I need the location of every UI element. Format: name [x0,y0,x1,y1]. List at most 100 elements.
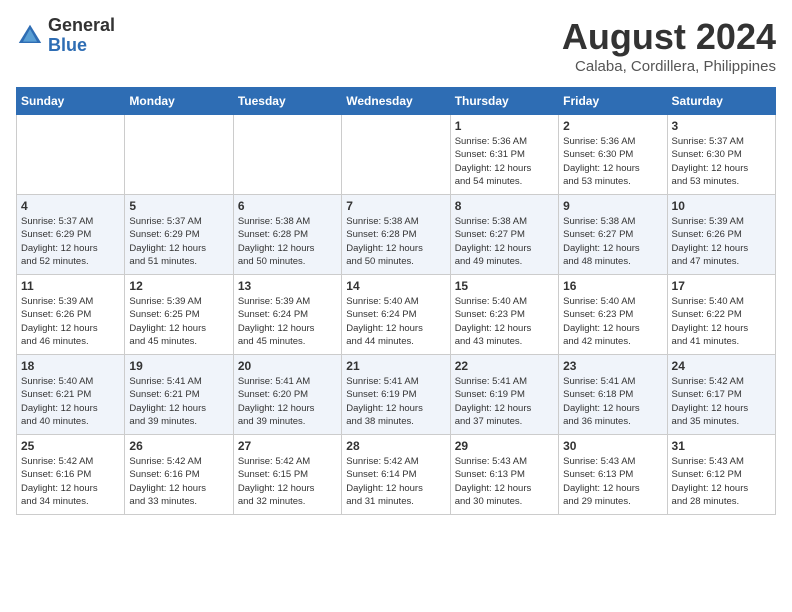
calendar-cell: 26Sunrise: 5:42 AM Sunset: 6:16 PM Dayli… [125,435,233,515]
day-number: 20 [238,359,337,373]
day-info: Sunrise: 5:43 AM Sunset: 6:12 PM Dayligh… [672,455,771,508]
day-info: Sunrise: 5:41 AM Sunset: 6:19 PM Dayligh… [455,375,554,428]
calendar-cell: 29 Sunrise: 5:43 AM Sunset: 6:13 PM Dayli… [450,435,558,515]
day-info: Sunrise: 5:37 AM Sunset: 6:29 PM Dayligh… [21,215,120,268]
day-info: Sunrise: 5:40 AM Sunset: 6:24 PM Dayligh… [346,295,445,348]
calendar-header-saturday: Saturday [667,88,775,115]
day-number: 8 [455,199,554,213]
day-info: Sunrise: 5:37 AM Sunset: 6:29 PM Dayligh… [129,215,228,268]
day-number: 2 [563,119,662,133]
day-info: Sunrise: 5:38 AM Sunset: 6:28 PM Dayligh… [238,215,337,268]
calendar-cell: 28 Sunrise: 5:42 AM Sunset: 6:14 PM Dayli… [342,435,450,515]
calendar-cell: 4 Sunrise: 5:37 AM Sunset: 6:29 PM Daylig… [17,195,125,275]
logo-blue: Blue [48,35,87,55]
day-info: Sunrise: 5:42 AM Sunset: 6:17 PM Dayligh… [672,375,771,428]
day-number: 14 [346,279,445,293]
calendar-header-sunday: Sunday [17,88,125,115]
day-number: 4 [21,199,120,213]
calendar-week-row: 1 Sunrise: 5:36 AM Sunset: 6:31 PM Daylig… [17,115,776,195]
calendar-cell: 3 Sunrise: 5:37 AM Sunset: 6:30 PM Daylig… [667,115,775,195]
day-info: Sunrise: 5:42 AM Sunset: 6:14 PM Dayligh… [346,455,445,508]
calendar-cell: 7 Sunrise: 5:38 AM Sunset: 6:28 PM Daylig… [342,195,450,275]
calendar-cell: 27 Sunrise: 5:42 AM Sunset: 6:15 PM Dayli… [233,435,341,515]
calendar-cell: 13Sunrise: 5:39 AM Sunset: 6:24 PM Dayli… [233,275,341,355]
calendar-cell: 21Sunrise: 5:41 AM Sunset: 6:19 PM Dayli… [342,355,450,435]
day-number: 3 [672,119,771,133]
calendar-cell: 15 Sunrise: 5:40 AM Sunset: 6:23 PM Dayli… [450,275,558,355]
day-number: 5 [129,199,228,213]
calendar-body: 1 Sunrise: 5:36 AM Sunset: 6:31 PM Daylig… [17,115,776,515]
day-info: Sunrise: 5:38 AM Sunset: 6:27 PM Dayligh… [563,215,662,268]
day-number: 28 [346,439,445,453]
day-number: 22 [455,359,554,373]
calendar-cell: 14 Sunrise: 5:40 AM Sunset: 6:24 PM Dayli… [342,275,450,355]
day-info: Sunrise: 5:38 AM Sunset: 6:28 PM Dayligh… [346,215,445,268]
day-number: 13 [238,279,337,293]
day-number: 30 [563,439,662,453]
calendar-cell: 25Sunrise: 5:42 AM Sunset: 6:16 PM Dayli… [17,435,125,515]
day-number: 10 [672,199,771,213]
title-block: August 2024 Calaba, Cordillera, Philippi… [562,16,776,75]
day-info: Sunrise: 5:36 AM Sunset: 6:30 PM Dayligh… [563,135,662,188]
day-number: 23 [563,359,662,373]
calendar-header-thursday: Thursday [450,88,558,115]
calendar-cell [125,115,233,195]
calendar-cell [342,115,450,195]
day-number: 12 [129,279,228,293]
calendar-cell: 12 Sunrise: 5:39 AM Sunset: 6:25 PM Dayli… [125,275,233,355]
day-info: Sunrise: 5:42 AM Sunset: 6:15 PM Dayligh… [238,455,337,508]
calendar-cell: 2 Sunrise: 5:36 AM Sunset: 6:30 PM Daylig… [559,115,667,195]
calendar-cell: 5 Sunrise: 5:37 AM Sunset: 6:29 PM Daylig… [125,195,233,275]
calendar-header-row: SundayMondayTuesdayWednesdayThursdayFrid… [17,88,776,115]
day-number: 24 [672,359,771,373]
day-number: 29 [455,439,554,453]
day-number: 6 [238,199,337,213]
day-number: 15 [455,279,554,293]
day-info: Sunrise: 5:42 AM Sunset: 6:16 PM Dayligh… [21,455,120,508]
calendar-cell: 8 Sunrise: 5:38 AM Sunset: 6:27 PM Daylig… [450,195,558,275]
day-number: 18 [21,359,120,373]
page-header: General Blue August 2024 Calaba, Cordill… [16,16,776,75]
day-info: Sunrise: 5:39 AM Sunset: 6:25 PM Dayligh… [129,295,228,348]
calendar-cell: 18 Sunrise: 5:40 AM Sunset: 6:21 PM Dayli… [17,355,125,435]
day-number: 7 [346,199,445,213]
calendar-cell: 31 Sunrise: 5:43 AM Sunset: 6:12 PM Dayli… [667,435,775,515]
day-info: Sunrise: 5:43 AM Sunset: 6:13 PM Dayligh… [455,455,554,508]
day-info: Sunrise: 5:38 AM Sunset: 6:27 PM Dayligh… [455,215,554,268]
calendar-week-row: 25Sunrise: 5:42 AM Sunset: 6:16 PM Dayli… [17,435,776,515]
day-info: Sunrise: 5:40 AM Sunset: 6:22 PM Dayligh… [672,295,771,348]
calendar-header-friday: Friday [559,88,667,115]
day-number: 1 [455,119,554,133]
day-info: Sunrise: 5:39 AM Sunset: 6:26 PM Dayligh… [672,215,771,268]
day-info: Sunrise: 5:40 AM Sunset: 6:23 PM Dayligh… [563,295,662,348]
logo-text: General Blue [48,16,115,56]
day-info: Sunrise: 5:43 AM Sunset: 6:13 PM Dayligh… [563,455,662,508]
calendar-cell: 22 Sunrise: 5:41 AM Sunset: 6:19 PM Dayli… [450,355,558,435]
calendar-cell: 10 Sunrise: 5:39 AM Sunset: 6:26 PM Dayli… [667,195,775,275]
day-number: 26 [129,439,228,453]
day-number: 31 [672,439,771,453]
calendar-cell: 1 Sunrise: 5:36 AM Sunset: 6:31 PM Daylig… [450,115,558,195]
calendar-header-wednesday: Wednesday [342,88,450,115]
calendar-week-row: 11 Sunrise: 5:39 AM Sunset: 6:26 PM Dayli… [17,275,776,355]
calendar-cell: 16Sunrise: 5:40 AM Sunset: 6:23 PM Dayli… [559,275,667,355]
calendar-week-row: 4 Sunrise: 5:37 AM Sunset: 6:29 PM Daylig… [17,195,776,275]
logo-icon [16,22,44,50]
day-number: 11 [21,279,120,293]
day-info: Sunrise: 5:36 AM Sunset: 6:31 PM Dayligh… [455,135,554,188]
calendar-cell: 11 Sunrise: 5:39 AM Sunset: 6:26 PM Dayli… [17,275,125,355]
day-info: Sunrise: 5:39 AM Sunset: 6:26 PM Dayligh… [21,295,120,348]
day-info: Sunrise: 5:37 AM Sunset: 6:30 PM Dayligh… [672,135,771,188]
day-info: Sunrise: 5:40 AM Sunset: 6:21 PM Dayligh… [21,375,120,428]
calendar-week-row: 18 Sunrise: 5:40 AM Sunset: 6:21 PM Dayli… [17,355,776,435]
day-number: 27 [238,439,337,453]
calendar-table: SundayMondayTuesdayWednesdayThursdayFrid… [16,87,776,515]
location-title: Calaba, Cordillera, Philippines [562,58,776,75]
day-info: Sunrise: 5:40 AM Sunset: 6:23 PM Dayligh… [455,295,554,348]
day-info: Sunrise: 5:41 AM Sunset: 6:18 PM Dayligh… [563,375,662,428]
calendar-header-tuesday: Tuesday [233,88,341,115]
day-number: 9 [563,199,662,213]
calendar-cell [17,115,125,195]
day-info: Sunrise: 5:41 AM Sunset: 6:21 PM Dayligh… [129,375,228,428]
logo: General Blue [16,16,115,56]
